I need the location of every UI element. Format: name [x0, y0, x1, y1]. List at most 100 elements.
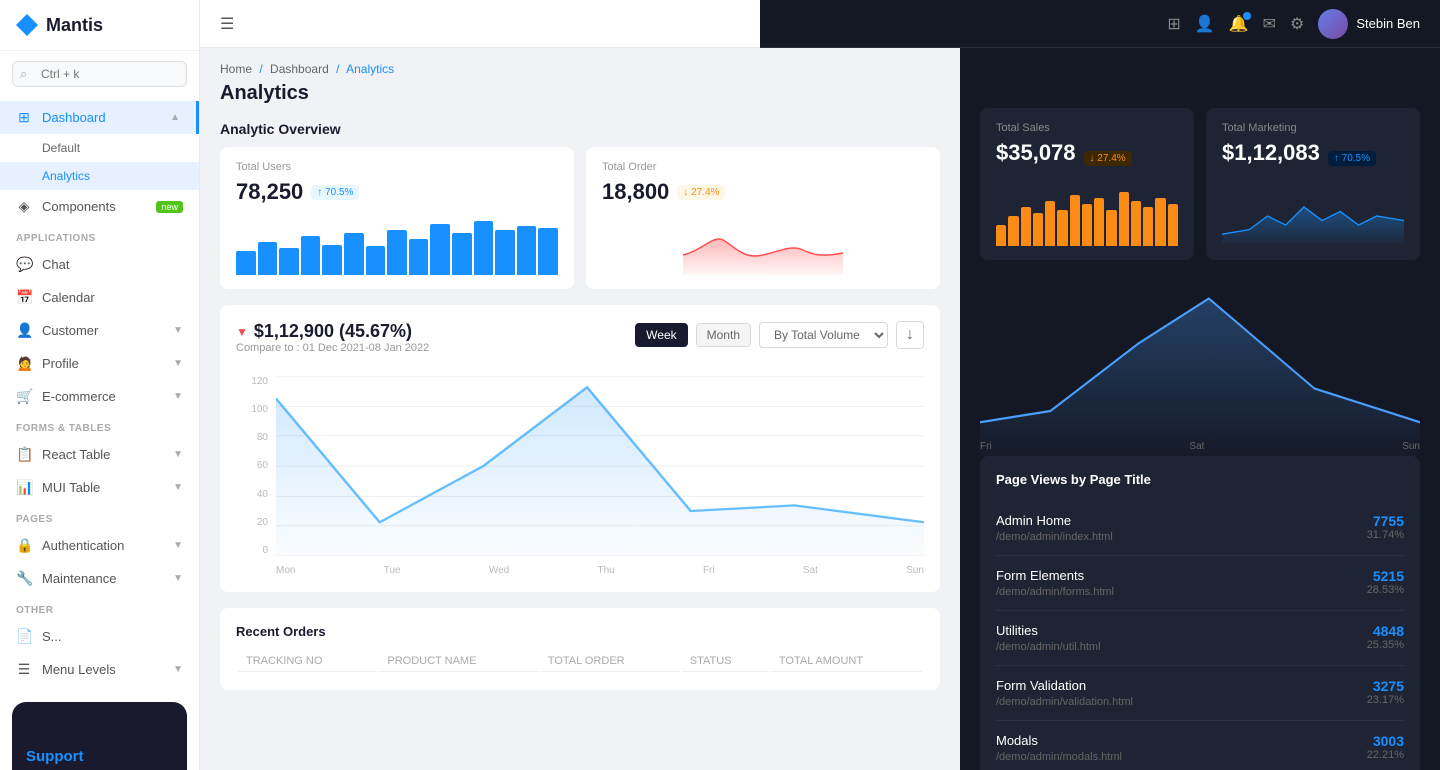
col-status: STATUS — [682, 651, 769, 672]
page-views-title: Page Views by Page Title — [996, 472, 1404, 487]
pages-label: Pages — [0, 504, 199, 529]
sidebar-item-profile[interactable]: 🙍 Profile ▼ — [0, 347, 199, 380]
pv-url-4: /demo/admin/validation.html — [996, 696, 1367, 708]
week-button[interactable]: Week — [635, 323, 687, 347]
income-value: $1,12,900 (45.67%) — [254, 321, 412, 342]
pv-url-5: /demo/admin/modals.html — [996, 751, 1367, 763]
mail-icon[interactable]: ✉ — [1263, 14, 1276, 34]
breadcrumb: Home / Dashboard / Analytics — [200, 48, 960, 80]
chevron-down-icon-8: ▼ — [173, 664, 183, 675]
analytic-overview-title: Analytic Overview — [200, 117, 960, 147]
card-total-order: Total Order 18,800 ↓ 27.4% — [586, 147, 940, 289]
pv-count-1: 7755 — [1367, 513, 1404, 529]
pv-url-3: /demo/admin/util.html — [996, 641, 1367, 653]
volume-select[interactable]: By Total Volume — [759, 322, 888, 348]
support-line2: React 18 — [26, 767, 173, 770]
other-label: Other — [0, 595, 199, 620]
sidebar-item-analytics[interactable]: Analytics — [0, 162, 199, 190]
breadcrumb-home[interactable]: Home — [220, 62, 252, 76]
search-input[interactable] — [12, 61, 187, 87]
month-button[interactable]: Month — [696, 323, 751, 347]
pv-item-3: Utilities /demo/admin/util.html 4848 25.… — [996, 611, 1404, 666]
logo-text: Mantis — [46, 15, 103, 36]
sidebar-item-react-table[interactable]: 📋 React Table ▼ — [0, 438, 199, 471]
col-total-order: TOTAL ORDER — [540, 651, 680, 672]
breadcrumb-dashboard[interactable]: Dashboard — [270, 62, 329, 76]
income-controls: Week Month By Total Volume ↓ — [635, 321, 924, 349]
auth-label: Authentication — [42, 538, 124, 553]
calendar-label: Calendar — [42, 290, 95, 305]
pv-item-5: Modals /demo/admin/modals.html 3003 22.2… — [996, 721, 1404, 770]
sidebar-item-customer[interactable]: 👤 Customer ▼ — [0, 314, 199, 347]
dark-card-marketing: Total Marketing $1,12,083 ↑ 70.5% — [1206, 108, 1420, 260]
pv-pct-5: 22.21% — [1367, 749, 1404, 761]
dashboard-label: Dashboard — [42, 110, 106, 125]
card-value-users: 78,250 — [236, 179, 303, 205]
sidebar-item-chat[interactable]: 💬 Chat — [0, 248, 199, 281]
sidebar-item-default[interactable]: Default — [0, 134, 199, 162]
pv-count-5: 3003 — [1367, 733, 1404, 749]
chevron-down-icon: ▼ — [173, 325, 183, 336]
pv-url-2: /demo/admin/forms.html — [996, 586, 1367, 598]
chevron-down-icon-7: ▼ — [173, 573, 183, 584]
income-chart-svg — [276, 376, 924, 556]
logo: Mantis — [0, 0, 199, 51]
dark-analytic-cards: Total Sales $35,078 ↓ 27.4% — [960, 48, 1440, 276]
x-axis: Mon Tue Wed Thu Fri Sat Sun — [276, 565, 924, 576]
hamburger-button[interactable]: ☰ — [220, 14, 234, 34]
profile-icon: 🙍 — [16, 355, 32, 372]
chevron-down-icon-4: ▼ — [173, 449, 183, 460]
user-switch-icon[interactable]: 👤 — [1195, 14, 1215, 34]
y-axis: 120 100 80 60 40 20 0 — [236, 376, 274, 556]
sidebar-item-components[interactable]: ◈ Components new — [0, 190, 199, 223]
chevron-down-icon-5: ▼ — [173, 482, 183, 493]
mui-table-label: MUI Table — [42, 480, 100, 495]
dark-card-value-sales: $35,078 — [996, 140, 1076, 166]
pv-name-3: Utilities — [996, 623, 1367, 638]
sidebar-item-mui-table[interactable]: 📊 MUI Table ▼ — [0, 471, 199, 504]
income-indicator: ▼ — [236, 325, 248, 339]
pv-pct-2: 28.53% — [1367, 584, 1404, 596]
dark-panel-inner: Total Sales $35,078 ↓ 27.4% — [960, 48, 1440, 770]
applications-label: Applications — [0, 223, 199, 248]
sidebar-item-ecommerce[interactable]: 🛒 E-commerce ▼ — [0, 380, 199, 413]
sidebar-item-authentication[interactable]: 🔒 Authentication ▼ — [0, 529, 199, 562]
pv-item-4: Form Validation /demo/admin/validation.h… — [996, 666, 1404, 721]
sidebar-item-calendar[interactable]: 📅 Calendar — [0, 281, 199, 314]
income-chart: 120 100 80 60 40 20 0 — [236, 376, 924, 576]
react-table-icon: 📋 — [16, 446, 32, 463]
pv-name-4: Form Validation — [996, 678, 1367, 693]
page-views-section: Page Views by Page Title Admin Home /dem… — [980, 456, 1420, 770]
menu-levels-label: Menu Levels — [42, 662, 116, 677]
maintenance-icon: 🔧 — [16, 570, 32, 587]
new-badge: new — [156, 201, 183, 213]
sidebar-item-dashboard[interactable]: ⊞ Dashboard ▲ — [0, 101, 199, 134]
sidebar-item-menu-levels[interactable]: ☰ Menu Levels ▼ — [0, 653, 199, 686]
support-line1: Support — [26, 747, 173, 767]
pv-item-2: Form Elements /demo/admin/forms.html 521… — [996, 556, 1404, 611]
user-profile[interactable]: Stebin Ben — [1318, 9, 1420, 39]
settings-icon[interactable]: ⚙ — [1290, 14, 1304, 34]
sample-label: S... — [42, 629, 62, 644]
col-amount: TOTAL AMOUNT — [771, 651, 922, 672]
col-tracking: TRACKING NO — [238, 651, 377, 672]
components-label: Components — [42, 199, 116, 214]
sidebar-item-maintenance[interactable]: 🔧 Maintenance ▼ — [0, 562, 199, 595]
chevron-down-icon-6: ▼ — [173, 540, 183, 551]
dark-card-value-marketing: $1,12,083 — [1222, 140, 1320, 166]
income-compare: Compare to : 01 Dec 2021-08 Jan 2022 — [236, 342, 429, 354]
col-product: PRODUCT NAME — [379, 651, 537, 672]
notification-icon[interactable]: 🔔 — [1229, 14, 1249, 34]
pv-count-4: 3275 — [1367, 678, 1404, 694]
right-panel: Total Sales $35,078 ↓ 27.4% — [960, 48, 1440, 770]
sidebar-item-sample[interactable]: 📄 S... — [0, 620, 199, 653]
grid-icon[interactable]: ⊞ — [1167, 14, 1180, 34]
pv-pct-4: 23.17% — [1367, 694, 1404, 706]
sales-chart — [996, 186, 1178, 246]
maintenance-label: Maintenance — [42, 571, 116, 586]
support-badge[interactable]: Support React 18 — [12, 702, 187, 770]
download-button[interactable]: ↓ — [896, 321, 924, 349]
sample-icon: 📄 — [16, 628, 32, 645]
notification-badge — [1243, 12, 1251, 20]
dark-topbar: ⊞ 👤 🔔 ✉ ⚙ Stebin Ben — [760, 0, 1440, 48]
